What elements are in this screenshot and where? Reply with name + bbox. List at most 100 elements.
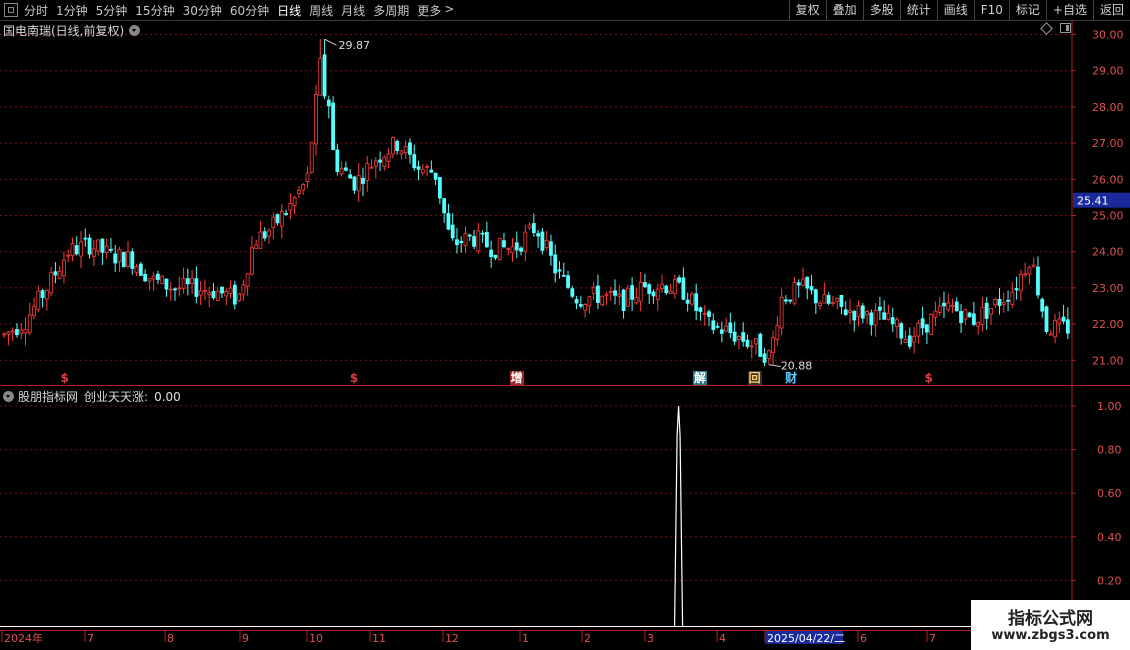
event-marker-5[interactable]: 财 (785, 371, 797, 385)
event-marker-6[interactable]: $ (924, 371, 932, 385)
candle-body (143, 273, 148, 282)
candle-body (181, 278, 186, 289)
diamond-icon[interactable] (1040, 21, 1053, 35)
candle-body (91, 248, 96, 258)
candle-body (604, 293, 609, 296)
date-label: 9 (242, 632, 249, 645)
candle-body (796, 282, 801, 286)
candle-body (1036, 266, 1040, 296)
watermark-title: 指标公式网 (1008, 609, 1093, 629)
candle-body (788, 299, 793, 302)
candle-body (980, 306, 985, 325)
candle-body (647, 284, 652, 294)
selected-date-label: 2025/04/22/二 (767, 632, 845, 645)
panel-toggle-icon[interactable] (1060, 23, 1071, 33)
event-marker-3[interactable]: 解 (692, 371, 707, 385)
candle-body (711, 320, 716, 331)
candle-body (715, 325, 720, 328)
low-pointer (768, 364, 781, 368)
candle-body (822, 294, 827, 304)
candle-body (672, 278, 677, 295)
event-marker-4[interactable]: 回 (747, 371, 762, 385)
candle-body (1057, 318, 1062, 324)
candle-body (331, 102, 335, 151)
candle-body (728, 322, 733, 334)
candle-body (382, 156, 387, 168)
candle-body (677, 277, 682, 283)
stock-title: 国电南瑞(日线,前复权) (3, 24, 125, 38)
candle-body (215, 290, 220, 301)
candle-body (553, 254, 558, 274)
candle-body (156, 273, 160, 280)
indicator-source: 股朋指标网 (18, 390, 79, 404)
candle-body (907, 335, 912, 347)
price-label: 24.00 (1092, 246, 1124, 259)
candle-body (1031, 264, 1036, 268)
candle-body (899, 323, 904, 339)
candle-body (198, 290, 203, 296)
candle-body (416, 166, 421, 170)
candle-body (403, 145, 408, 154)
candle-body (574, 299, 579, 304)
candle-body (284, 213, 288, 215)
candle-body (707, 311, 711, 317)
candle-body (600, 295, 605, 306)
candle-body (378, 159, 382, 163)
kline-chart[interactable]: 30.0029.0028.0027.0026.0025.0024.0023.00… (0, 0, 1130, 650)
candle-body (510, 246, 515, 254)
candle-body (976, 321, 981, 327)
candle-body (344, 167, 348, 171)
candle-body (173, 288, 177, 291)
date-label: 12 (445, 632, 459, 645)
high-pointer (324, 38, 337, 46)
candle-body (621, 289, 626, 311)
candle-body (267, 230, 271, 237)
candle-body (288, 203, 293, 211)
candle-body (1044, 306, 1049, 333)
indicator-label: 0.40 (1097, 531, 1122, 544)
candle-body (220, 286, 224, 294)
candle-body (835, 297, 840, 302)
candle-body (809, 286, 814, 291)
watermark: 指标公式网 www.zbgs3.com (971, 600, 1130, 650)
candle-body (297, 190, 301, 194)
candle-body (766, 350, 771, 359)
candle-body (848, 310, 852, 313)
candle-body (1006, 299, 1010, 302)
candle-body (745, 339, 750, 347)
indicator-dropdown-icon[interactable] (3, 391, 14, 402)
candle-body (44, 290, 49, 300)
event-marker-2[interactable]: 增 (509, 371, 524, 385)
candle-body (506, 248, 511, 250)
candle-body (74, 245, 79, 255)
date-label: 7 (929, 632, 936, 645)
candle-body (856, 305, 861, 317)
candle-body (942, 302, 946, 307)
candle-body (1018, 274, 1023, 292)
indicator-label: 1.00 (1097, 400, 1122, 413)
candle-body (929, 313, 934, 335)
candle-body (100, 238, 105, 253)
candle-body (49, 272, 54, 294)
date-label: 7 (87, 632, 94, 645)
candle-body (437, 176, 442, 199)
candle-body (318, 57, 323, 96)
event-marker-1[interactable]: $ (350, 371, 358, 385)
candle-body (395, 140, 400, 151)
price-label: 29.00 (1092, 65, 1124, 78)
candle-body (625, 287, 630, 307)
event-marker-0[interactable]: $ (60, 371, 68, 385)
candle-body (946, 302, 951, 311)
date-label: 6 (860, 632, 867, 645)
candle-body (643, 282, 647, 288)
candle-body (117, 249, 122, 262)
indicator-title: 股朋指标网 创业天天涨: 0.00 (3, 388, 181, 405)
candle-body (1040, 298, 1045, 312)
title-dropdown-icon[interactable] (129, 25, 141, 36)
candle-body (151, 275, 156, 280)
candle-body (497, 237, 502, 261)
candle-body (702, 312, 707, 315)
candle-body (211, 290, 216, 299)
candle-body (1027, 267, 1032, 275)
candle-body (369, 166, 374, 169)
